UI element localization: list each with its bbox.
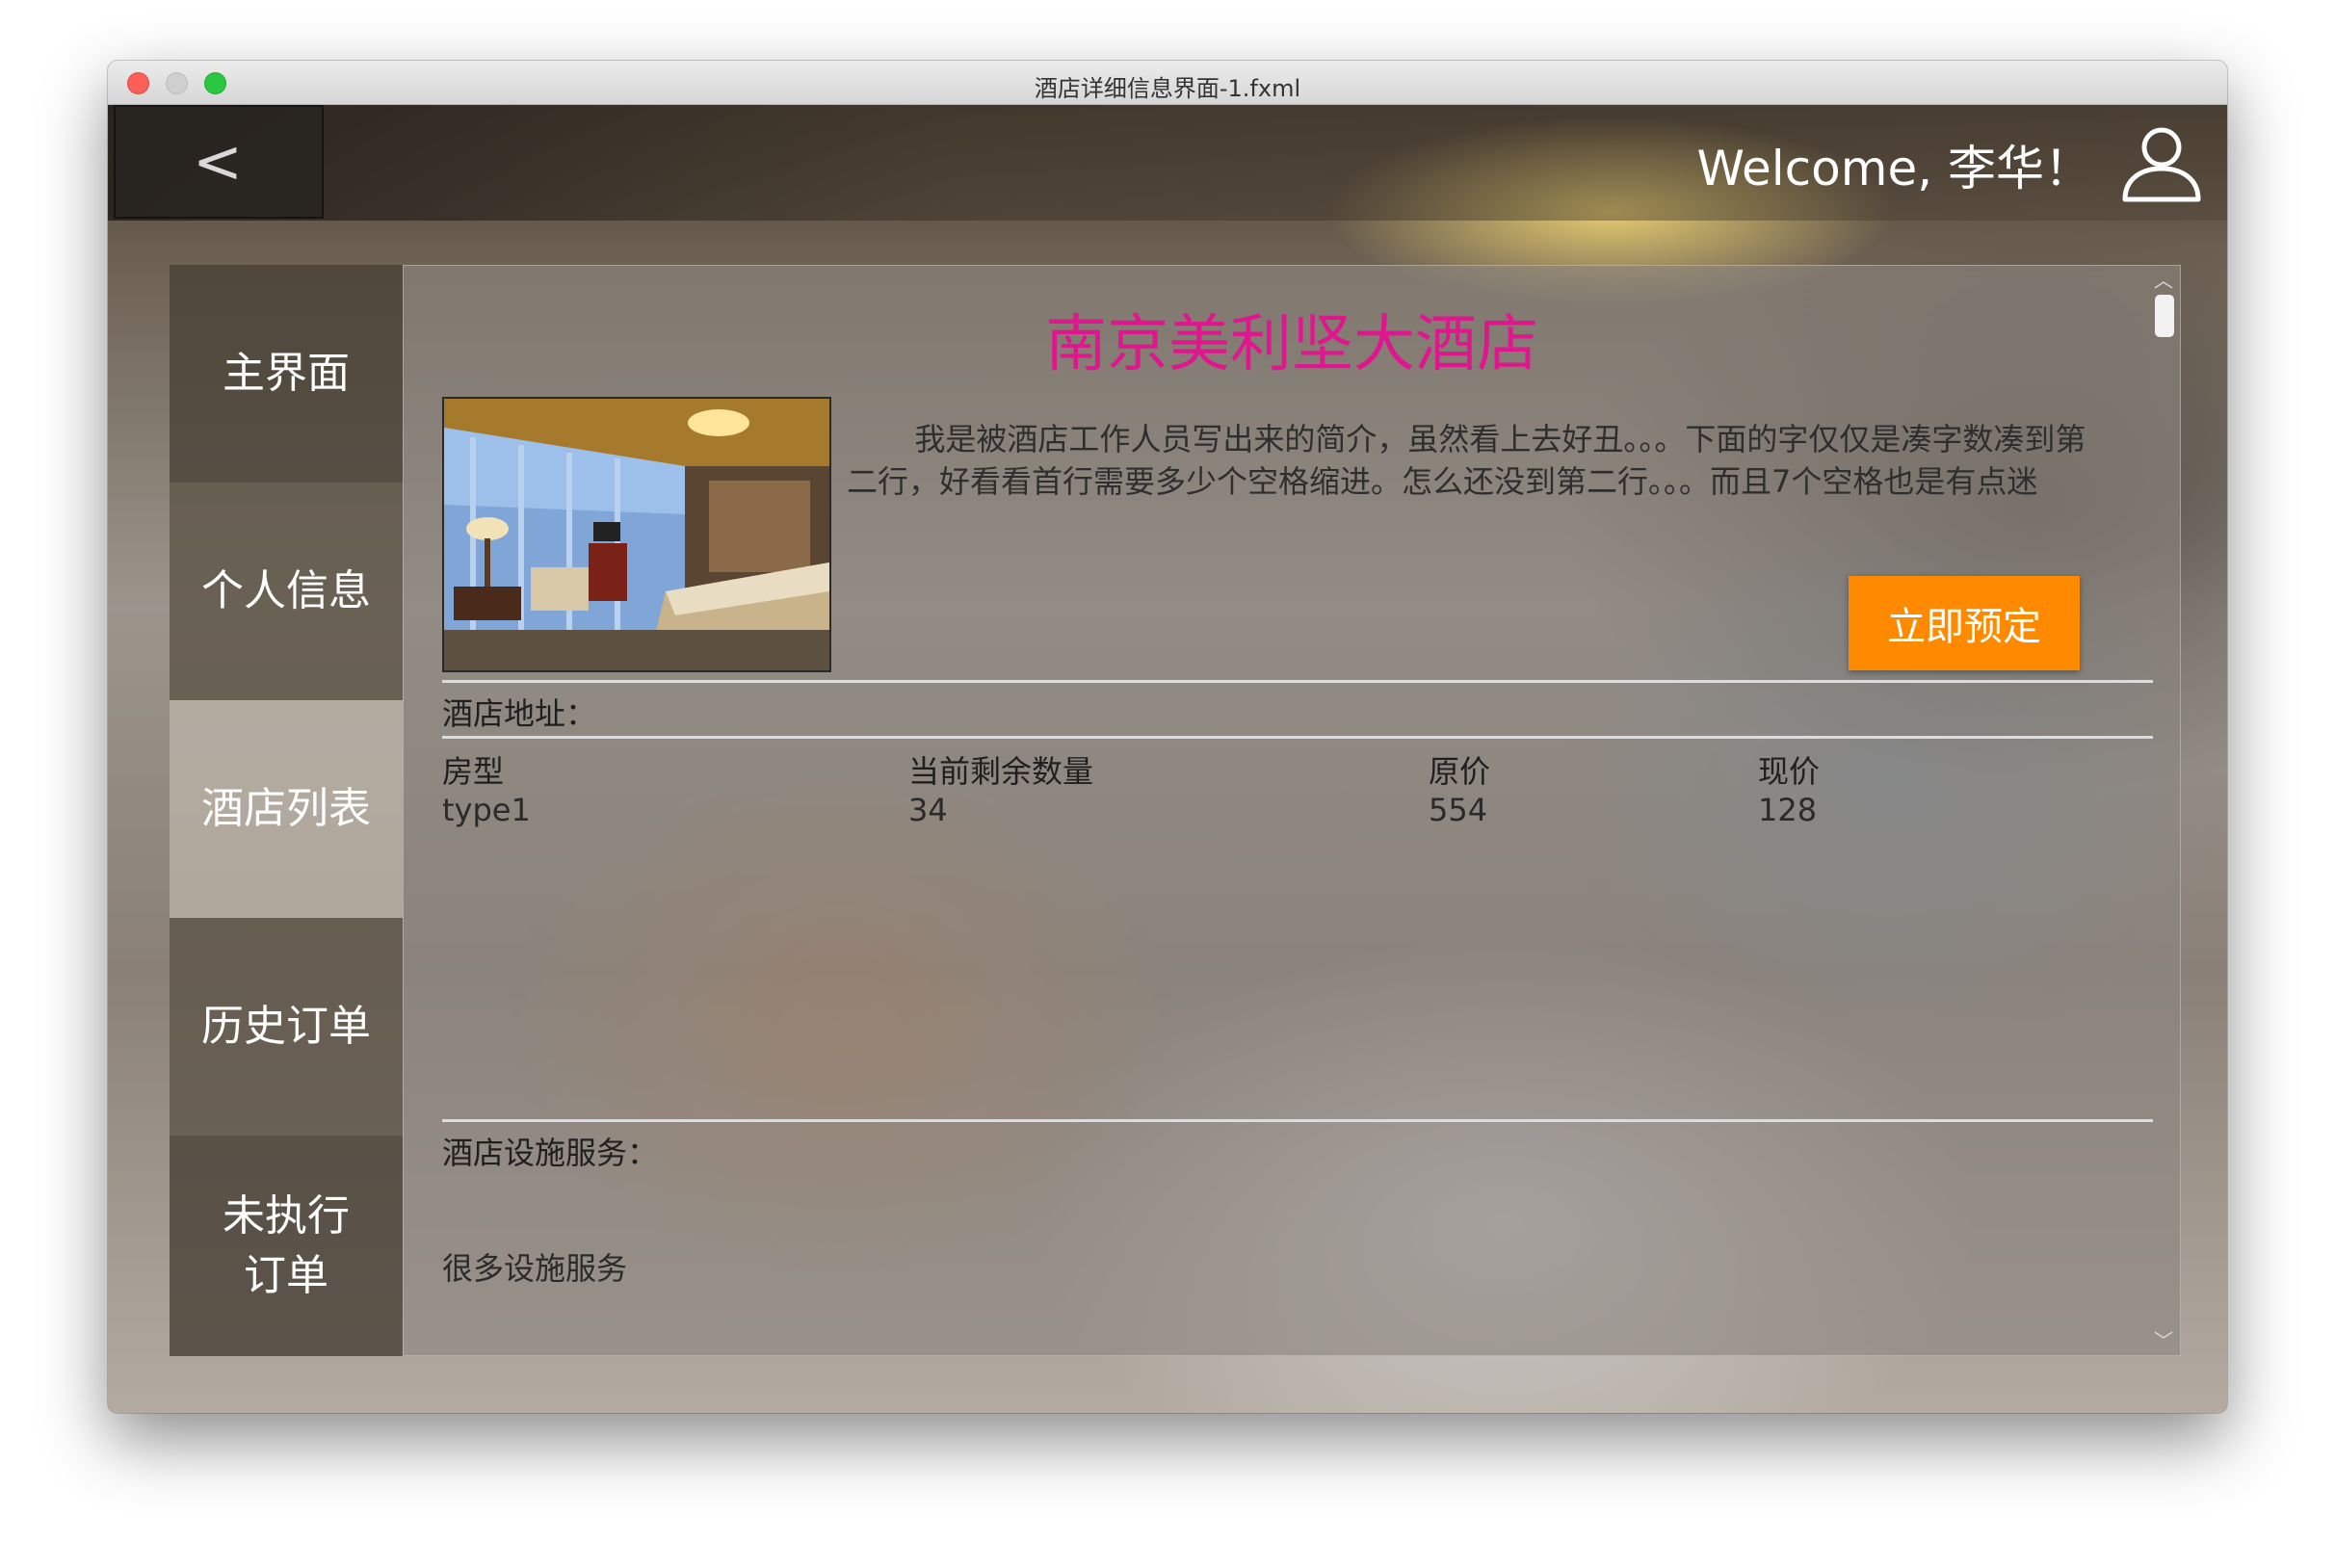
welcome-text: Welcome, 李华！ — [1696, 141, 2093, 196]
app-window: 酒店详细信息界面-1.fxml < Welcome, 李华！ 主界面 个人信息 … — [108, 61, 2227, 1413]
room-table: 房型 当前剩余数量 原价 现价 type1 34 554 128 — [442, 747, 1983, 836]
sidebar-item-label: 历史订单 — [201, 1002, 371, 1052]
facilities-label: 酒店设施服务： — [442, 1135, 659, 1171]
top-bar: < Welcome, 李华！ — [108, 105, 2227, 221]
sidebar-item-order-history[interactable]: 历史订单 — [170, 918, 403, 1136]
sidebar-item-home[interactable]: 主界面 — [170, 265, 403, 483]
hotel-photo — [442, 397, 831, 672]
scrollbar-thumb[interactable] — [2155, 295, 2174, 337]
divider — [442, 680, 2153, 683]
sidebar-nav: 主界面 个人信息 酒店列表 历史订单 未执行 订单 — [170, 265, 403, 1356]
vertical-scrollbar[interactable]: ︿ ﹀ — [2147, 266, 2180, 1355]
column-header-room-type: 房型 — [442, 753, 505, 790]
sidebar-item-label: 酒店列表 — [201, 784, 371, 834]
cell-current-price: 128 — [1758, 792, 1818, 828]
hotel-intro: 我是被酒店工作人员写出来的简介，虽然看上去好丑。。。下面的字仅仅是凑字数凑到第二… — [847, 421, 2086, 500]
cell-remaining: 34 — [908, 792, 948, 828]
back-button[interactable]: < — [114, 105, 324, 219]
main-content: < Welcome, 李华！ 主界面 个人信息 酒店列表 历史订单 未执行 订单 — [108, 105, 2227, 1413]
title-bar: 酒店详细信息界面-1.fxml — [108, 61, 2227, 105]
scroll-down-icon[interactable]: ﹀ — [2147, 1328, 2180, 1353]
hotel-detail-panel[interactable]: 南京美利坚大酒店 我是被酒店工作人员写出来的简介，虽然看上去好丑。。。下面的字仅… — [403, 265, 2181, 1356]
hotel-name: 南京美利坚大酒店 — [1045, 309, 1538, 380]
sidebar-item-profile[interactable]: 个人信息 — [170, 483, 403, 700]
sidebar-item-pending-orders[interactable]: 未执行 订单 — [170, 1136, 403, 1356]
column-header-current-price: 现价 — [1758, 753, 1821, 790]
cell-original-price: 554 — [1429, 792, 1488, 828]
divider — [442, 736, 2153, 739]
scroll-up-icon[interactable]: ︿ — [2147, 268, 2180, 293]
room-table-header: 房型 当前剩余数量 原价 现价 — [442, 747, 1983, 792]
table-row[interactable]: type1 34 554 128 — [442, 792, 1983, 836]
column-header-remaining: 当前剩余数量 — [908, 753, 1094, 790]
sidebar-item-label: 未执行 订单 — [223, 1190, 350, 1300]
user-icon[interactable] — [2117, 118, 2206, 207]
cell-room-type: type1 — [442, 792, 531, 828]
sidebar-item-hotel-list[interactable]: 酒店列表 — [170, 700, 403, 918]
window-title: 酒店详细信息界面-1.fxml — [1034, 75, 1301, 102]
sidebar-item-label: 主界面 — [223, 349, 350, 399]
column-header-original-price: 原价 — [1429, 753, 1491, 790]
sidebar-item-label: 个人信息 — [201, 566, 371, 616]
back-chevron-icon: < — [193, 126, 243, 196]
facilities-text: 很多设施服务 — [442, 1250, 628, 1287]
address-label: 酒店地址： — [442, 695, 597, 732]
book-now-button[interactable]: 立即预定 — [1849, 576, 2080, 670]
divider — [442, 1119, 2153, 1122]
